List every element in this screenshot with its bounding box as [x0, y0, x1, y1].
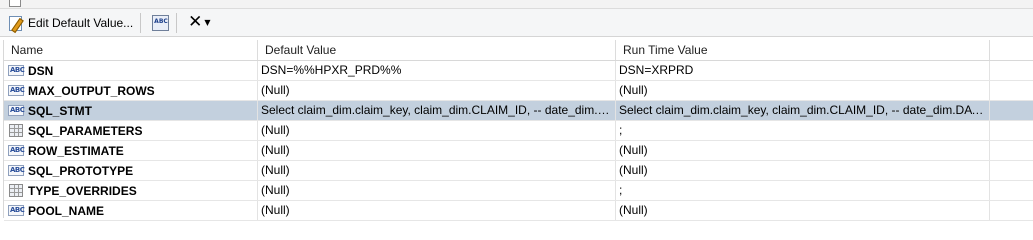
run-time-value-text: DSN=XRPRD: [619, 63, 694, 77]
run-time-value-text: (Null): [619, 203, 648, 217]
column-header-default-value[interactable]: Default Value: [258, 40, 616, 60]
cell-name[interactable]: ABC SQL_PROTOTYPE: [4, 161, 258, 180]
string-type-icon: ABC: [8, 145, 25, 156]
chevron-down-icon: ▼: [204, 18, 211, 27]
edit-default-value-label: Edit Default Value...: [28, 15, 134, 30]
cell-filler: [990, 81, 1033, 100]
cell-name[interactable]: ABC DSN: [4, 61, 258, 80]
column-header-run-time-value[interactable]: Run Time Value: [616, 40, 990, 60]
default-value-text: (Null): [261, 163, 290, 177]
cell-name[interactable]: ABC SQL_STMT: [4, 101, 258, 120]
run-time-value-text: ;: [619, 123, 623, 137]
table-row[interactable]: ABC POOL_NAME (Null) (Null): [4, 201, 1033, 221]
cell-name[interactable]: ABC MAX_OUTPUT_ROWS: [4, 81, 258, 100]
properties-grid: Name Default Value Run Time Value ABC DSN…: [3, 40, 1033, 221]
table-row[interactable]: ABC ROW_ESTIMATE (Null) (Null): [4, 141, 1033, 161]
string-type-icon: ABC: [8, 105, 25, 116]
cell-filler: [990, 201, 1033, 220]
edit-icon: [8, 15, 24, 33]
cell-name[interactable]: SQL_PARAMETERS: [4, 121, 258, 140]
cell-name[interactable]: ABC ROW_ESTIMATE: [4, 141, 258, 160]
cell-default-value[interactable]: (Null): [258, 161, 616, 180]
cell-run-time-value[interactable]: DSN=XRPRD: [616, 61, 990, 80]
run-time-value-text: ;: [619, 183, 623, 197]
checkbox[interactable]: [9, 0, 21, 7]
delete-dropdown-button[interactable]: ✕ ▼: [184, 11, 214, 35]
table-icon: [9, 184, 23, 197]
default-value-text: Select claim_dim.claim_key, claim_dim.CL…: [261, 103, 615, 117]
default-value-text: (Null): [261, 123, 290, 137]
table-row[interactable]: SQL_PARAMETERS (Null);: [4, 121, 1033, 141]
run-time-value-text: (Null): [619, 143, 648, 157]
cell-filler: [990, 161, 1033, 180]
default-value-text: (Null): [261, 203, 290, 217]
default-value-text: (Null): [261, 143, 290, 157]
column-header-filler: [990, 40, 1033, 60]
table-row[interactable]: ABC MAX_OUTPUT_ROWS (Null) (Null): [4, 81, 1033, 101]
parameter-name: SQL_STMT: [28, 103, 93, 118]
run-time-value-text: Select claim_dim.claim_key, claim_dim.CL…: [619, 103, 989, 117]
cell-run-time-value[interactable]: Select claim_dim.claim_key, claim_dim.CL…: [616, 101, 990, 120]
run-time-value-text: (Null): [619, 163, 648, 177]
table-row[interactable]: ABC SQL_STMT Select claim_dim.claim_key, c…: [4, 101, 1033, 121]
cell-run-time-value[interactable]: (Null): [616, 141, 990, 160]
cell-default-value[interactable]: (Null): [258, 181, 616, 200]
run-time-value-text: (Null): [619, 83, 648, 97]
toolbar: Edit Default Value... ABC ✕ ▼: [0, 9, 1033, 37]
string-type-icon: ABC: [8, 85, 25, 96]
cell-default-value[interactable]: (Null): [258, 121, 616, 140]
cell-default-value[interactable]: (Null): [258, 201, 616, 220]
cell-name[interactable]: TYPE_OVERRIDES: [4, 181, 258, 200]
string-type-button[interactable]: ABC: [148, 11, 173, 35]
cell-run-time-value[interactable]: (Null): [616, 201, 990, 220]
default-value-text: (Null): [261, 183, 290, 197]
cell-filler: [990, 121, 1033, 140]
cell-filler: [990, 101, 1033, 120]
cell-run-time-value[interactable]: (Null): [616, 81, 990, 100]
default-value-text: DSN=%%HPXR_PRD%%: [261, 63, 402, 77]
cell-default-value[interactable]: Select claim_dim.claim_key, claim_dim.CL…: [258, 101, 616, 120]
top-strip: [0, 0, 1033, 9]
string-type-icon: ABC: [8, 205, 25, 216]
table-icon: [9, 124, 23, 137]
cell-filler: [990, 181, 1033, 200]
parameter-name: POOL_NAME: [28, 203, 105, 218]
column-header-name[interactable]: Name: [4, 40, 258, 60]
parameter-name: SQL_PROTOTYPE: [28, 163, 134, 178]
string-type-icon: ABC: [8, 65, 25, 76]
abc-grid-icon: ABC: [152, 14, 170, 31]
parameter-name: SQL_PARAMETERS: [28, 123, 143, 138]
parameter-name: MAX_OUTPUT_ROWS: [28, 83, 155, 98]
cell-filler: [990, 141, 1033, 160]
cell-default-value[interactable]: (Null): [258, 141, 616, 160]
parameter-name: ROW_ESTIMATE: [28, 143, 124, 158]
grid-header: Name Default Value Run Time Value: [4, 40, 1033, 61]
cell-run-time-value[interactable]: (Null): [616, 161, 990, 180]
cell-run-time-value[interactable]: ;: [616, 181, 990, 200]
table-row[interactable]: TYPE_OVERRIDES (Null);: [4, 181, 1033, 201]
table-row[interactable]: ABC DSN DSN=%%HPXR_PRD%% DSN=XRPRD: [4, 61, 1033, 81]
cell-default-value[interactable]: (Null): [258, 81, 616, 100]
parameter-name: TYPE_OVERRIDES: [28, 183, 137, 198]
cell-default-value[interactable]: DSN=%%HPXR_PRD%%: [258, 61, 616, 80]
default-value-text: (Null): [261, 83, 290, 97]
cell-filler: [990, 61, 1033, 80]
cell-run-time-value[interactable]: ;: [616, 121, 990, 140]
edit-default-value-button[interactable]: Edit Default Value...: [4, 11, 137, 35]
delete-icon: ✕: [188, 12, 203, 32]
table-row[interactable]: ABC SQL_PROTOTYPE (Null) (Null): [4, 161, 1033, 181]
toolbar-separator: [176, 12, 178, 33]
toolbar-separator: [140, 12, 142, 33]
string-type-icon: ABC: [8, 165, 25, 176]
cell-name[interactable]: ABC POOL_NAME: [4, 201, 258, 220]
parameter-name: DSN: [28, 63, 54, 78]
